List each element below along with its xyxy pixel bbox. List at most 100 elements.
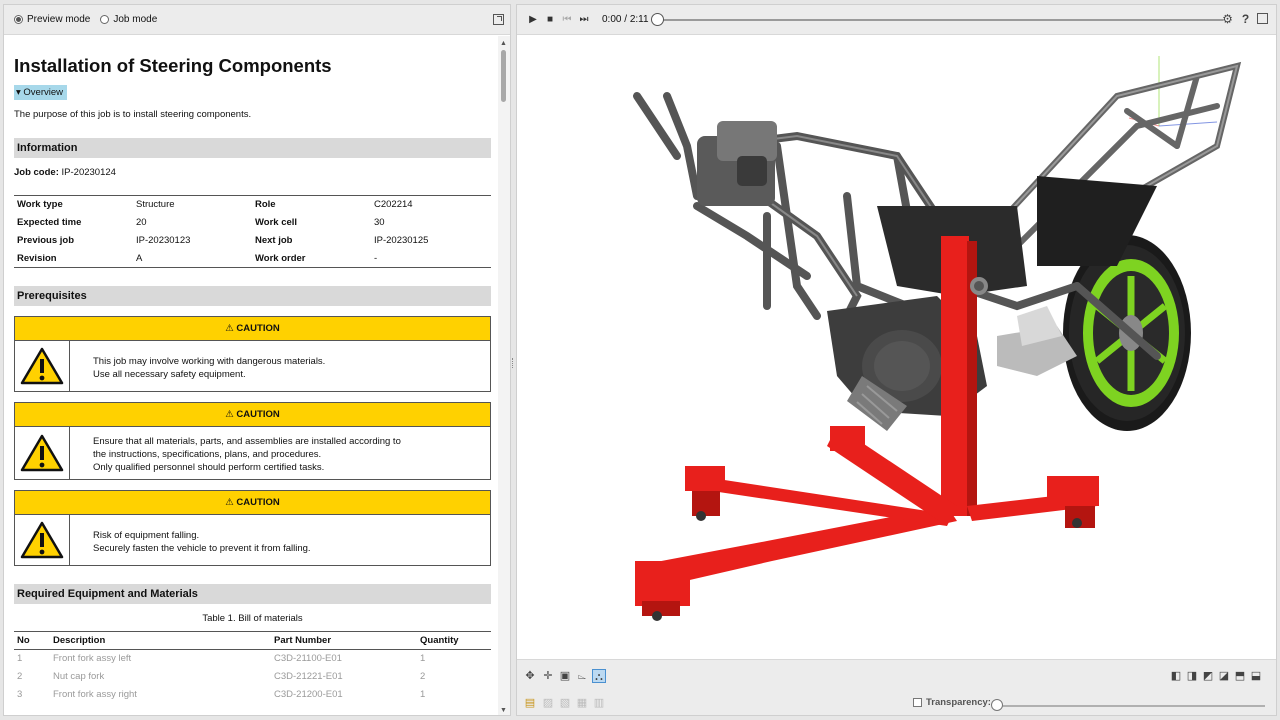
- skip-back-icon[interactable]: ⏮: [559, 12, 575, 28]
- warning-icon: [15, 341, 70, 391]
- viewer-toolbar: ✥ ✛ ▣ ⌳ ⛬ ▤ ▨ ▧ ▦ ▥ ◧ ◨ ◩ ◪ ⬒ ⬓ Transpar…: [517, 659, 1276, 715]
- caution-box: ⚠ CAUTION Risk of equipment falling. Sec…: [14, 490, 491, 566]
- caution-text: Securely fasten the vehicle to prevent i…: [93, 543, 311, 554]
- table-row: Revision A Work order -: [14, 250, 491, 268]
- 3d-viewport[interactable]: [517, 36, 1276, 659]
- caution-label: ⚠ CAUTION: [15, 403, 490, 427]
- table-header-row: No Description Part Number Quantity: [14, 631, 491, 650]
- bom-description: Front fork assy left: [53, 653, 132, 665]
- timeline-knob[interactable]: [651, 13, 664, 26]
- transparency-label: Transparency:: [926, 697, 991, 708]
- table-row[interactable]: 2 Nut cap fork C3D-21221-E01 2: [14, 668, 491, 686]
- column-header: Part Number: [271, 631, 417, 650]
- scroll-down-icon[interactable]: ▼: [500, 707, 507, 714]
- bom-part-number: C3D-21221-E01: [274, 671, 343, 682]
- timeline-track[interactable]: [657, 19, 1223, 21]
- job-code-label: Job code:: [14, 167, 59, 178]
- table-row[interactable]: 3 Front fork assy right C3D-21200-E01 1: [14, 686, 491, 704]
- caution-text: This job may involve working with danger…: [93, 356, 326, 367]
- equipment-heading: Required Equipment and Materials: [14, 584, 491, 604]
- maximize-pane-icon[interactable]: [493, 14, 504, 25]
- column-header: Description: [50, 631, 271, 650]
- info-key: Work order: [255, 252, 306, 264]
- table-caption: Table 1. Bill of materials: [202, 613, 303, 624]
- caution-text: Use all necessary safety equipment.: [93, 369, 246, 380]
- reset-tool-icon[interactable]: ▥: [592, 696, 606, 710]
- view-iso-icon[interactable]: ⬓: [1249, 669, 1263, 683]
- stop-icon[interactable]: ■: [542, 12, 558, 28]
- rotate-icon[interactable]: ⛬: [592, 669, 606, 683]
- info-value: IP-20230123: [136, 235, 191, 246]
- time-display: 0:00 / 2:11: [602, 14, 649, 25]
- zoom-icon[interactable]: ✛: [541, 669, 555, 683]
- transparency-slider-knob[interactable]: [991, 699, 1003, 711]
- view-left-icon[interactable]: ◩: [1201, 669, 1215, 683]
- info-value: A: [136, 252, 143, 264]
- caution-box: ⚠ CAUTION This job may involve working w…: [14, 316, 491, 392]
- radio-unselected-icon: [100, 15, 110, 24]
- mode-toolbar: Preview mode Job mode: [4, 5, 510, 35]
- warning-icon: [15, 427, 70, 479]
- scroll-up-icon[interactable]: ▲: [500, 40, 507, 47]
- caution-label: ⚠ CAUTION: [15, 491, 490, 515]
- floor-view-icon[interactable]: ⌳: [575, 669, 589, 683]
- radio-selected-icon: [14, 15, 23, 24]
- caution-text: Only qualified personnel should perform …: [93, 462, 325, 473]
- motorcycle-model: [633, 56, 1242, 621]
- info-key: Revision: [17, 252, 57, 264]
- preview-mode-label: Preview mode: [27, 14, 91, 25]
- isolate-tool-icon[interactable]: ▧: [558, 696, 572, 710]
- table-row[interactable]: 1 Front fork assy left C3D-21100-E01 1: [14, 650, 491, 668]
- bom-description: Nut cap fork: [53, 671, 105, 682]
- splitter-grip-icon: [512, 358, 514, 368]
- total-time: 2:11: [629, 14, 649, 25]
- info-key: Expected time: [17, 217, 82, 228]
- skip-forward-icon[interactable]: ⏭: [576, 12, 592, 28]
- info-key: Previous job: [17, 235, 75, 246]
- vertical-scrollbar[interactable]: ▲ ▼: [498, 36, 510, 715]
- page-title: Installation of Steering Components: [14, 55, 332, 76]
- pan-icon[interactable]: ✥: [523, 669, 537, 683]
- job-code: Job code: IP-20230124: [14, 167, 490, 178]
- maximize-viewer-icon[interactable]: [1257, 13, 1268, 24]
- info-value: IP-20230125: [374, 235, 429, 246]
- info-key: Role: [255, 199, 276, 211]
- bom-quantity: 2: [420, 671, 426, 682]
- scrollbar-thumb[interactable]: [501, 50, 506, 102]
- bom-description: Front fork assy right: [53, 689, 137, 700]
- hide-tool-icon[interactable]: ▨: [541, 696, 555, 710]
- bom-no: 2: [17, 671, 23, 682]
- gear-icon[interactable]: ⚙: [1221, 13, 1234, 26]
- view-back-icon[interactable]: ◨: [1185, 669, 1199, 683]
- caution-label: ⚠ CAUTION: [15, 317, 490, 341]
- transparency-checkbox[interactable]: [913, 698, 922, 707]
- information-table: Work type Structure Role C202214 Expecte…: [14, 195, 491, 268]
- fit-view-icon[interactable]: ▣: [558, 669, 572, 683]
- bom-part-number: C3D-21200-E01: [274, 689, 343, 700]
- job-mode-label: Job mode: [113, 14, 158, 25]
- overview-label: Overview: [23, 87, 64, 98]
- bom-no: 1: [17, 653, 23, 665]
- current-time: 0:00: [602, 14, 622, 25]
- info-key: Next job: [255, 235, 293, 246]
- info-value: -: [374, 252, 378, 264]
- info-key: Work type: [17, 199, 63, 211]
- play-icon[interactable]: ▶: [525, 12, 541, 28]
- column-header: Quantity: [417, 631, 491, 650]
- help-icon[interactable]: ?: [1239, 13, 1252, 26]
- view-front-icon[interactable]: ◧: [1169, 669, 1183, 683]
- caution-text: the instructions, specifications, plans,…: [93, 449, 322, 460]
- warning-icon: [15, 515, 70, 565]
- animation-toolbar: ▶ ■ ⏮ ⏭ 0:00 / 2:11 ⚙ ?: [517, 5, 1276, 35]
- job-mode-radio[interactable]: Job mode: [100, 14, 157, 25]
- selection-tool-icon[interactable]: ▤: [523, 696, 537, 710]
- overview-toggle[interactable]: ▾ Overview: [14, 85, 68, 100]
- preview-mode-radio[interactable]: Preview mode: [14, 14, 90, 25]
- view-top-icon[interactable]: ⬒: [1233, 669, 1247, 683]
- transparency-slider-track[interactable]: [995, 705, 1265, 707]
- ghost-tool-icon[interactable]: ▦: [575, 696, 589, 710]
- table-row: Expected time 20 Work cell 30: [14, 214, 491, 232]
- purpose-text: The purpose of this job is to install st…: [14, 109, 252, 120]
- view-right-icon[interactable]: ◪: [1217, 669, 1231, 683]
- bom-quantity: 1: [420, 689, 426, 700]
